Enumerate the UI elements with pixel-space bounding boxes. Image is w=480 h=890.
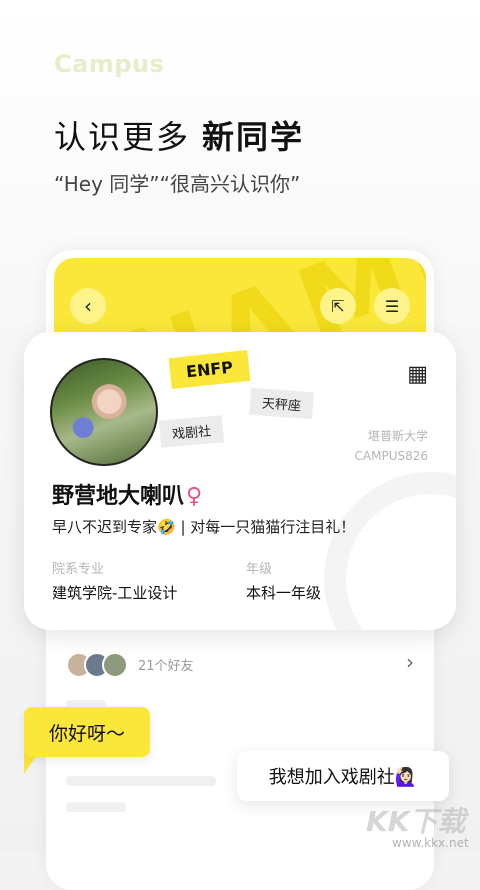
profile-name: 野营地大喇叭♀	[52, 478, 202, 510]
menu-button[interactable]: ☰	[374, 288, 410, 324]
blurred-content	[66, 776, 216, 786]
watermark-url: www.kkx.net	[392, 836, 469, 850]
qr-code-icon[interactable]: ▦	[407, 362, 428, 387]
share-button[interactable]: ⇱	[320, 288, 356, 324]
major-value: 建筑学院-工业设计	[52, 584, 178, 602]
zodiac-tag[interactable]: 天秤座	[249, 387, 314, 420]
watermark-logo: KK下载	[366, 805, 466, 838]
subline: “Hey 同学”“很高兴认识你”	[54, 172, 301, 196]
back-button[interactable]: ‹	[70, 288, 106, 324]
headline: 认识更多 新同学	[54, 112, 304, 158]
decorative-ring	[324, 472, 456, 630]
blurred-content	[66, 802, 126, 812]
school-id: CAMPUS826	[354, 449, 428, 463]
greeting-bubble: 你好呀～	[24, 707, 150, 757]
avatar[interactable]	[50, 358, 158, 466]
mbti-tag[interactable]: ENFP	[168, 349, 251, 390]
major-label: 院系专业	[52, 562, 105, 577]
headline-bold: 新同学	[202, 118, 305, 156]
profile-name-text: 野营地大喇叭	[52, 484, 185, 509]
reply-bubble: 我想加入戏剧社🙋🏻‍♀️	[237, 751, 449, 801]
school-name: 堪普斯大学	[367, 429, 428, 443]
school-info: 堪普斯大学 CAMPUS826	[355, 426, 428, 466]
chevron-left-icon: ‹	[84, 294, 92, 318]
friend-avatar	[102, 652, 128, 678]
share-icon: ⇱	[331, 296, 345, 316]
profile-card: ENFP 天秤座 戏剧社 ▦ 堪普斯大学 CAMPUS826 野营地大喇叭♀ 早…	[24, 332, 456, 630]
chevron-right-icon: ›	[406, 650, 414, 674]
grade-label: 年级	[246, 562, 273, 577]
profile-bio: 早八不迟到专家🤣 | 对每一只猫猫行注目礼！	[52, 518, 356, 536]
female-icon: ♀	[186, 484, 203, 509]
menu-icon: ☰	[384, 296, 400, 316]
grade-value: 本科一年级	[246, 584, 322, 602]
club-tag[interactable]: 戏剧社	[158, 415, 225, 448]
friends-row[interactable]: 21个好友 ›	[66, 650, 414, 680]
headline-regular: 认识更多	[54, 118, 191, 156]
brand-logo-text: Campus	[54, 50, 165, 78]
friends-count: 21个好友	[138, 659, 194, 674]
